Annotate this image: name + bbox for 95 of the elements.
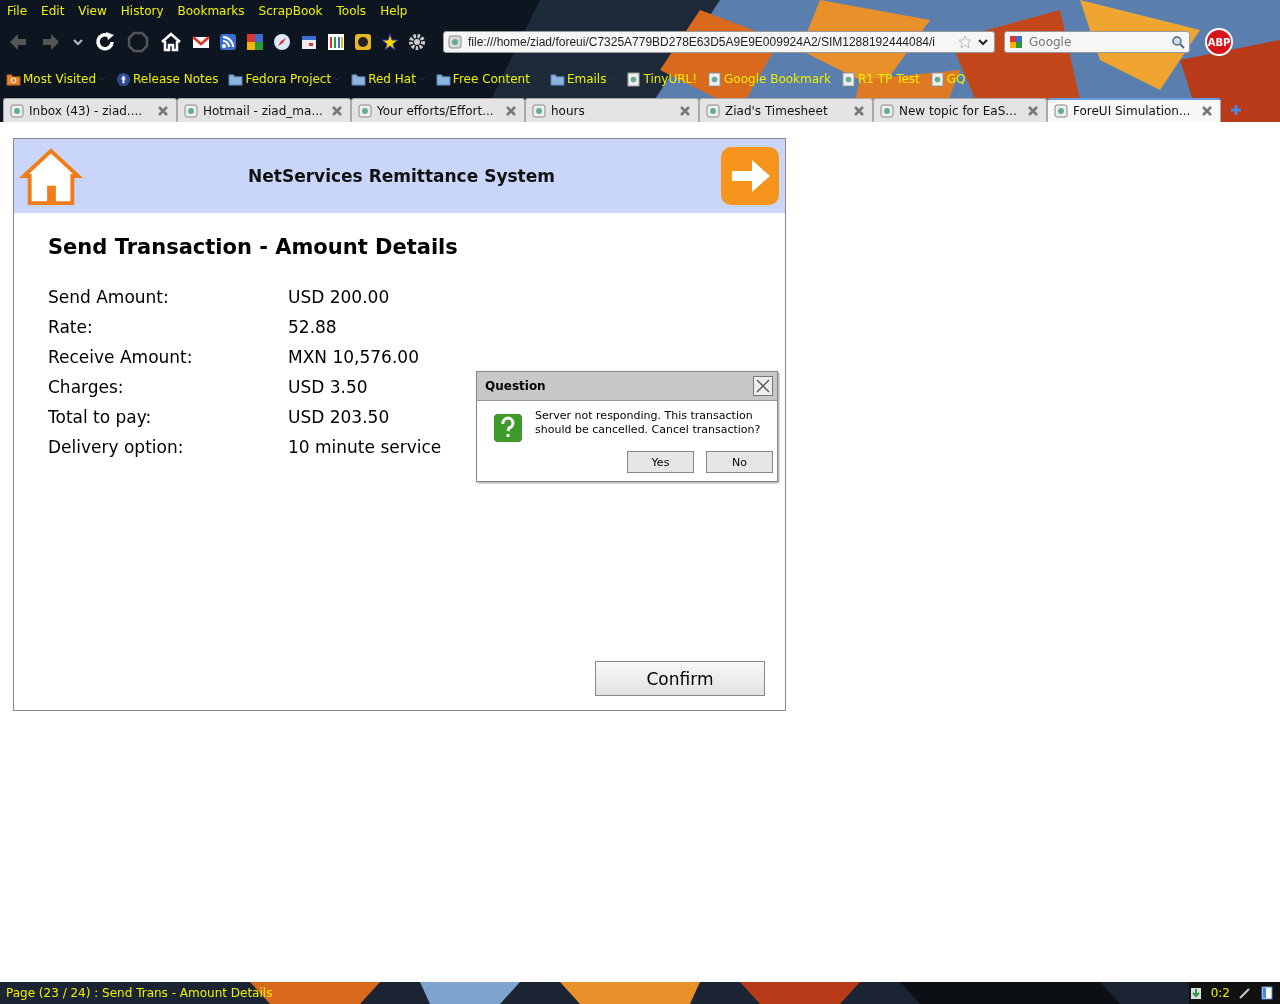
menu-item[interactable]: File bbox=[4, 4, 31, 18]
bookmark-item[interactable]: Free Content bbox=[435, 71, 540, 87]
browser-tab[interactable]: hours bbox=[525, 98, 699, 122]
close-icon[interactable] bbox=[1026, 103, 1040, 118]
search-field[interactable]: Google bbox=[1027, 34, 1167, 50]
field-label: Send Amount: bbox=[48, 286, 169, 309]
globe-icon bbox=[116, 71, 132, 87]
reload-icon[interactable] bbox=[93, 30, 117, 54]
close-icon[interactable] bbox=[1200, 104, 1214, 118]
home-icon[interactable] bbox=[159, 30, 183, 54]
field-value: USD 3.50 bbox=[288, 376, 368, 399]
field-label: Rate: bbox=[48, 316, 93, 339]
menu-item[interactable]: Tools bbox=[333, 4, 370, 18]
menu-item[interactable]: History bbox=[117, 4, 167, 18]
field-label: Delivery option: bbox=[48, 436, 184, 459]
caret-icon bbox=[98, 76, 107, 82]
browser-tab[interactable]: Hotmail - ziad_ma... bbox=[177, 98, 351, 122]
page-icon bbox=[707, 71, 723, 87]
question-icon bbox=[493, 413, 523, 443]
field-value: USD 200.00 bbox=[288, 286, 390, 309]
pen-icon[interactable] bbox=[1238, 986, 1252, 1000]
grid-icon[interactable] bbox=[246, 33, 264, 51]
folder-icon bbox=[351, 71, 367, 87]
caret-icon bbox=[333, 76, 342, 82]
close-icon[interactable] bbox=[852, 103, 866, 118]
bookmark-item[interactable]: Emails bbox=[549, 71, 617, 87]
page-icon bbox=[880, 103, 894, 118]
stop-icon[interactable] bbox=[126, 30, 150, 54]
address-bar[interactable]: file:///home/ziad/foreui/C7325A779BD278E63D5A9E9E009924A2/SIM1288192444084/i bbox=[443, 31, 995, 53]
field-value: USD 203.50 bbox=[288, 406, 390, 429]
menu-item[interactable]: Bookmarks bbox=[174, 4, 248, 18]
compass-icon[interactable] bbox=[273, 33, 291, 51]
menu-item[interactable]: ScrapBook bbox=[255, 4, 326, 18]
page-icon bbox=[10, 103, 24, 118]
folder-icon bbox=[6, 71, 21, 87]
menu-item[interactable]: Edit bbox=[38, 4, 68, 18]
calendar-icon[interactable] bbox=[300, 33, 318, 51]
status-counter: 0:2 bbox=[1210, 986, 1230, 1000]
engine-icon[interactable] bbox=[1009, 35, 1023, 49]
dialog-title: Question bbox=[485, 379, 546, 393]
folder-icon bbox=[228, 71, 244, 87]
page-icon bbox=[532, 103, 546, 118]
browser-tab[interactable]: Inbox (43) - ziad.... bbox=[3, 98, 177, 122]
page-icon bbox=[840, 71, 856, 87]
search-bar[interactable]: Google bbox=[1004, 31, 1190, 53]
page-icon bbox=[929, 71, 945, 87]
dialog-button[interactable]: Yes bbox=[627, 451, 694, 473]
mail-icon[interactable] bbox=[192, 33, 210, 51]
star-icon[interactable] bbox=[381, 33, 399, 51]
gear-icon[interactable] bbox=[408, 33, 426, 51]
page-icon bbox=[706, 103, 720, 118]
folder-icon bbox=[549, 71, 565, 87]
page-icon bbox=[358, 103, 372, 118]
field-label: Total to pay: bbox=[48, 406, 152, 429]
search-icon[interactable] bbox=[1171, 35, 1185, 49]
browser-tab[interactable]: New topic for EaS... bbox=[873, 98, 1047, 122]
dialog-message: Server not responding. This transaction should be cancelled. Cancel transaction? bbox=[535, 409, 762, 437]
download-icon[interactable] bbox=[1188, 986, 1203, 1000]
browser-tab[interactable]: Your efforts/Effort... bbox=[351, 98, 525, 122]
close-icon[interactable] bbox=[330, 103, 344, 118]
gauge-icon[interactable] bbox=[354, 33, 372, 51]
menu-item[interactable]: View bbox=[75, 4, 110, 18]
confirm-button[interactable]: Confirm bbox=[595, 661, 765, 696]
caret-icon bbox=[417, 76, 426, 82]
menu-item[interactable]: Help bbox=[377, 4, 411, 18]
close-icon[interactable] bbox=[504, 103, 518, 118]
field-label: Receive Amount: bbox=[48, 346, 193, 369]
page-icon bbox=[1054, 104, 1068, 118]
field-value: 10 minute service bbox=[288, 436, 442, 459]
browser-tab[interactable]: Ziad's Timesheet bbox=[699, 98, 873, 122]
bars-icon[interactable] bbox=[327, 33, 345, 51]
bookmark-item[interactable]: Release Notes bbox=[116, 71, 219, 87]
bookmark-item[interactable]: Red Hat bbox=[351, 71, 426, 87]
page-icon bbox=[626, 71, 642, 87]
field-value: 52.88 bbox=[288, 316, 337, 339]
sidebar-icon[interactable] bbox=[1260, 986, 1274, 1000]
browser-tab[interactable]: ForeUI Simulation... bbox=[1047, 98, 1221, 122]
page-heading: Send Transaction - Amount Details bbox=[48, 235, 459, 259]
bookmark-item[interactable]: Most Visited bbox=[6, 71, 107, 87]
bookmark-item[interactable]: TinyURL! bbox=[626, 71, 698, 87]
dialog-button[interactable]: No bbox=[706, 451, 773, 473]
app-title: NetServices Remittance System bbox=[248, 166, 555, 186]
close-icon[interactable] bbox=[156, 103, 170, 118]
page-icon bbox=[448, 35, 462, 49]
close-icon[interactable] bbox=[753, 376, 773, 396]
page-icon bbox=[184, 103, 198, 118]
caret-icon[interactable] bbox=[72, 36, 84, 48]
field-label: Charges: bbox=[48, 376, 124, 399]
feed-icon[interactable] bbox=[219, 33, 237, 51]
folder-icon bbox=[435, 71, 451, 87]
field-value: MXN 10,576.00 bbox=[288, 346, 419, 369]
star-icon[interactable] bbox=[958, 35, 972, 49]
close-icon[interactable] bbox=[678, 103, 692, 118]
address-field[interactable]: file:///home/ziad/foreui/C7325A779BD278E63D5A9E9E009924A2/SIM1288192444084/i bbox=[466, 34, 954, 50]
bookmark-item[interactable]: Fedora Project bbox=[228, 71, 342, 87]
